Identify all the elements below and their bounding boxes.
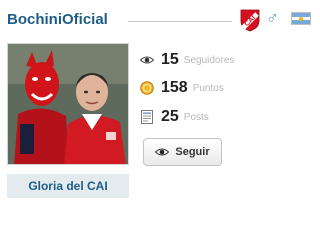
- eye-icon: [140, 53, 154, 67]
- club-badge-icon: CAI: [240, 9, 260, 32]
- followers-label: Seguidores: [183, 54, 235, 66]
- points-count: 158: [161, 79, 188, 96]
- title-divider: [128, 21, 232, 22]
- posts-count: 25: [161, 108, 179, 125]
- posts-document-icon: [140, 110, 154, 124]
- avatar[interactable]: [7, 43, 129, 165]
- points-label: Puntos: [192, 82, 224, 94]
- posts-stat: 25 Posts: [140, 107, 209, 127]
- points-stat: 158 Puntos: [140, 78, 224, 98]
- posts-label: Posts: [183, 111, 209, 123]
- argentina-flag-icon: [291, 12, 311, 25]
- male-gender-icon: ♂: [266, 8, 279, 27]
- profile-username[interactable]: BochiniOficial: [7, 11, 108, 28]
- avatar-photo: [8, 44, 128, 164]
- follow-button-label: Seguir: [175, 146, 210, 158]
- avatar-caption: Gloria del CAI: [7, 174, 129, 198]
- points-coin-icon: [140, 81, 154, 95]
- follow-button[interactable]: Seguir: [143, 138, 222, 166]
- followers-stat: 15 Seguidores: [140, 50, 234, 70]
- followers-count: 15: [161, 51, 179, 68]
- eye-icon: [155, 147, 170, 157]
